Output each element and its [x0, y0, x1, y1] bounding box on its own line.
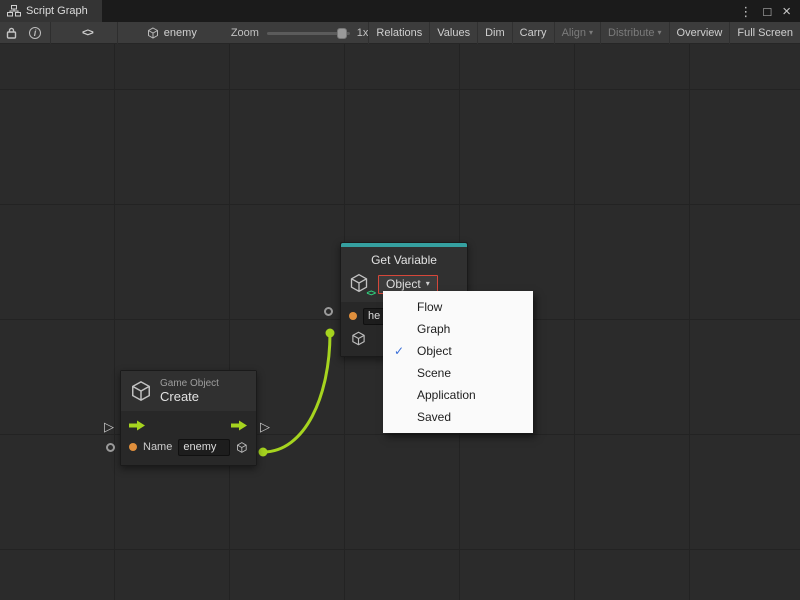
wire-path — [263, 333, 330, 452]
value-port-icon[interactable] — [129, 443, 137, 451]
chevron-down-icon: ▾ — [589, 22, 593, 44]
carry-button[interactable]: Carry — [512, 22, 554, 44]
chevron-down-icon: ▾ — [426, 279, 430, 288]
value-port-icon[interactable] — [349, 312, 357, 320]
create-node-category: Game Object — [160, 378, 219, 389]
flow-output-port-icon[interactable]: ▷ — [260, 420, 270, 433]
variable-cube-icon: <> — [349, 273, 371, 295]
menu-item-saved[interactable]: Saved — [383, 406, 533, 428]
maximize-icon[interactable]: □ — [763, 5, 771, 18]
script-graph-window: Script Graph ⋮ □ × i <> enemy Zoom — [0, 0, 800, 600]
flow-in-arrow-icon[interactable] — [129, 420, 146, 431]
graph-asset-icon — [147, 27, 159, 39]
menu-item-scene[interactable]: Scene — [383, 362, 533, 384]
code-view-icon[interactable]: <> — [76, 22, 99, 44]
menu-item-object[interactable]: ✓ Object — [383, 340, 533, 362]
overview-button[interactable]: Overview — [669, 22, 730, 44]
game-object-cube-icon — [130, 380, 152, 402]
info-icon[interactable]: i — [23, 22, 47, 44]
zoom-label: Zoom — [231, 27, 259, 39]
menu-item-flow[interactable]: Flow — [383, 296, 533, 318]
fullscreen-button[interactable]: Full Screen — [729, 22, 800, 44]
distribute-button[interactable]: Distribute ▾ — [600, 22, 668, 44]
object-cube-icon[interactable] — [351, 331, 366, 346]
graph-toolbar: i <> enemy Zoom 1x Relations Values Dim — [0, 22, 800, 44]
create-node-body: Name — [121, 411, 256, 465]
create-node-header[interactable]: Game Object Create — [121, 371, 256, 411]
flow-out-arrow-icon[interactable] — [231, 420, 248, 431]
flow-row — [121, 414, 256, 436]
values-button[interactable]: Values — [429, 22, 477, 44]
graph-icon — [7, 5, 21, 17]
tab-script-graph[interactable]: Script Graph — [0, 0, 102, 22]
tab-title: Script Graph — [26, 5, 88, 17]
title-bar: Script Graph ⋮ □ × — [0, 0, 800, 22]
dim-button[interactable]: Dim — [477, 22, 512, 44]
toolbar-separator — [117, 22, 118, 44]
kebab-menu-icon[interactable]: ⋮ — [739, 5, 752, 18]
zoom-slider[interactable] — [267, 22, 350, 44]
close-icon[interactable]: × — [782, 4, 791, 19]
graph-name: enemy — [164, 27, 197, 39]
get-variable-name-port[interactable] — [324, 307, 333, 316]
relations-button[interactable]: Relations — [368, 22, 429, 44]
graph-canvas[interactable]: Game Object Create Name — [0, 44, 800, 600]
wire-start-port — [259, 448, 268, 457]
window-controls: ⋮ □ × — [739, 0, 800, 22]
create-input-port[interactable] — [106, 443, 115, 452]
zoom-slider-handle[interactable] — [337, 28, 347, 39]
scope-context-menu: Flow Graph ✓ Object Scene Application Sa… — [383, 291, 533, 433]
menu-item-graph[interactable]: Graph — [383, 318, 533, 340]
name-field-label: Name — [143, 441, 172, 453]
name-input[interactable] — [178, 439, 230, 456]
get-variable-title: Get Variable — [349, 253, 459, 267]
check-icon: ✓ — [394, 340, 404, 362]
toolbar-separator — [50, 22, 51, 44]
name-row: Name — [121, 436, 256, 458]
toolbar-buttons: Relations Values Dim Carry Align ▾ Distr… — [368, 22, 800, 44]
lock-icon[interactable] — [0, 22, 23, 44]
menu-item-application[interactable]: Application — [383, 384, 533, 406]
output-cube-icon[interactable] — [236, 440, 248, 455]
zoom-value: 1x — [357, 27, 369, 39]
wire-end-port — [326, 329, 335, 338]
flow-input-port-icon[interactable]: ▷ — [104, 420, 114, 433]
align-button[interactable]: Align ▾ — [554, 22, 600, 44]
graph-breadcrumb[interactable]: enemy — [147, 27, 197, 39]
chevron-down-icon: ▾ — [658, 22, 662, 44]
code-badge-icon: <> — [366, 288, 375, 298]
create-node-title: Create — [160, 389, 219, 404]
create-node[interactable]: Game Object Create Name — [120, 370, 257, 466]
